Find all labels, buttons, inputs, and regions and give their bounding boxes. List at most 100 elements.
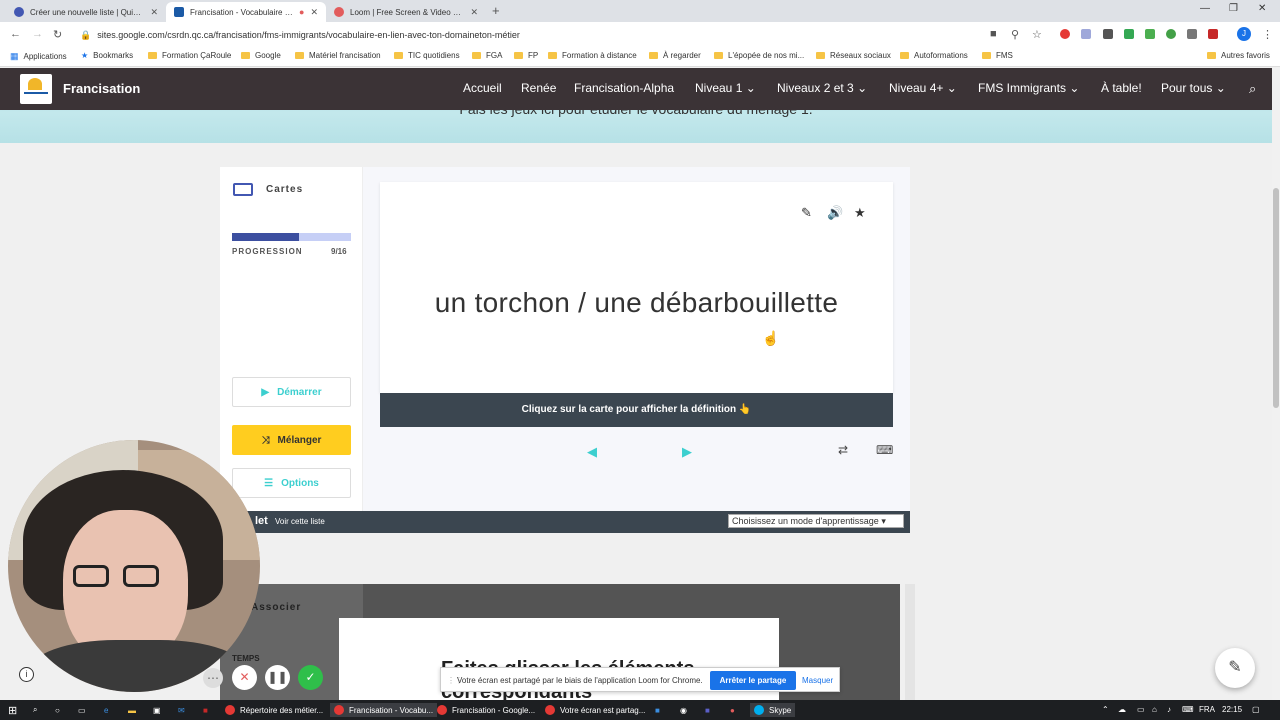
extension-icon[interactable] xyxy=(1208,29,1218,39)
previous-card-icon[interactable]: ◀ xyxy=(587,444,597,460)
store-icon[interactable]: ▣ xyxy=(153,703,161,717)
page-scrollbar[interactable] xyxy=(1272,68,1280,700)
start-button[interactable]: ▶ Démarrer xyxy=(232,377,351,407)
restore-icon[interactable]: ❐ xyxy=(1229,3,1238,14)
extension-icon[interactable] xyxy=(1145,29,1155,39)
keyboard-tray-icon[interactable]: ⌨ xyxy=(1182,705,1194,714)
app-icon[interactable]: ● xyxy=(730,703,735,717)
browser-tab[interactable]: Loom | Free Screen & Video Reco ✕ xyxy=(326,2,486,22)
flip-swap-icon[interactable]: ⇄ xyxy=(838,443,848,457)
study-mode-select[interactable]: Choisissez un mode d'apprentissage ▾ xyxy=(728,514,904,528)
nav-item-accueil[interactable]: Accueil xyxy=(463,81,502,95)
tray-chevron-icon[interactable]: ⌃ xyxy=(1102,705,1109,714)
bookmark-folder[interactable]: FP xyxy=(514,51,538,60)
stop-sharing-button[interactable]: Arrêter le partage xyxy=(710,671,796,690)
nav-item-fms-immigrants[interactable]: FMS Immigrants ⌄ xyxy=(978,81,1079,95)
reload-icon[interactable]: ↻ xyxy=(53,28,62,41)
back-icon[interactable]: ← xyxy=(10,28,21,40)
taskbar-app[interactable]: Francisation - Vocabu... xyxy=(330,703,438,717)
bookmark-folder[interactable]: À regarder xyxy=(649,51,701,60)
minimize-icon[interactable]: — xyxy=(1200,3,1210,14)
windows-start-icon[interactable]: ⊞ xyxy=(8,703,17,717)
nav-item-francisation-alpha[interactable]: Francisation-Alpha xyxy=(574,81,674,95)
extension-icon[interactable] xyxy=(1081,29,1091,39)
file-explorer-icon[interactable]: ▬ xyxy=(128,703,136,717)
app-icon[interactable]: ◉ xyxy=(680,703,687,717)
view-list-link[interactable]: Voir cette liste xyxy=(275,517,325,526)
nav-item-pour-tous[interactable]: Pour tous ⌄ xyxy=(1161,81,1226,95)
forward-icon[interactable]: → xyxy=(32,28,43,40)
new-tab-icon[interactable]: + xyxy=(492,3,500,18)
taskbar-app[interactable]: Skype xyxy=(750,703,796,717)
browser-tab-active[interactable]: Francisation - Vocabulaire en lien ● ✕ xyxy=(166,2,326,22)
nav-item-niveaux-2-3[interactable]: Niveaux 2 et 3 ⌄ xyxy=(777,81,867,95)
url-field[interactable]: 🔒 sites.google.com/csrdn.qc.ca/francisat… xyxy=(80,26,980,44)
pause-recording-icon[interactable]: ❚❚ xyxy=(265,665,290,690)
embed-scrollbar[interactable] xyxy=(905,584,915,700)
close-icon[interactable]: ✕ xyxy=(150,7,158,18)
search-icon[interactable]: ⌕ xyxy=(33,703,37,717)
bookmark-folder[interactable]: Formation ÇaRoule xyxy=(148,51,231,60)
nav-item-renee[interactable]: Renée xyxy=(521,81,556,95)
task-view-icon[interactable]: ▭ xyxy=(78,703,86,717)
bookmark-star-icon[interactable]: ☆ xyxy=(1032,28,1042,41)
app-icon[interactable]: ■ xyxy=(655,703,660,717)
bookmark-folder[interactable]: Autres favoris xyxy=(1207,51,1270,60)
cancel-recording-icon[interactable]: ✕ xyxy=(232,665,257,690)
hide-button[interactable]: Masquer xyxy=(802,676,833,685)
edge-icon[interactable]: e xyxy=(104,703,108,717)
more-options-icon[interactable]: ⋯ xyxy=(203,668,223,688)
edit-pencil-icon[interactable]: ✎ xyxy=(801,205,812,221)
network-icon[interactable]: ⌂ xyxy=(1152,705,1157,714)
extension-icon[interactable] xyxy=(1187,29,1197,39)
mail-icon[interactable]: ✉ xyxy=(178,703,185,717)
close-icon[interactable]: ✕ xyxy=(310,7,318,18)
clock[interactable]: 22:15 xyxy=(1222,705,1242,714)
cortana-icon[interactable]: ○ xyxy=(55,703,60,717)
taskbar-app[interactable]: Votre écran est partag... xyxy=(545,703,645,717)
bookmark-folder[interactable]: FMS xyxy=(982,51,1013,60)
tray-icon[interactable]: ▭ xyxy=(1137,705,1145,714)
search-icon[interactable]: ⌕ xyxy=(1249,81,1256,97)
taskbar-app[interactable]: Répertoire des métier... xyxy=(225,703,323,717)
nav-item-a-table[interactable]: À table! xyxy=(1101,81,1142,95)
nav-item-niveau-4[interactable]: Niveau 4+ ⌄ xyxy=(889,81,957,95)
close-window-icon[interactable]: ✕ xyxy=(1258,3,1266,14)
bookmark-folder[interactable]: Autoformations xyxy=(900,51,968,60)
menu-dots-icon[interactable]: ⋮ xyxy=(1262,28,1273,41)
teams-icon[interactable]: ■ xyxy=(705,703,710,717)
volume-icon[interactable]: ♪ xyxy=(1167,705,1171,714)
audio-speaker-icon[interactable]: 🔊 xyxy=(827,205,843,221)
finish-recording-icon[interactable]: ✓ xyxy=(298,665,323,690)
bookmark-folder[interactable]: Matériel francisation xyxy=(295,51,381,60)
close-icon[interactable]: ✕ xyxy=(470,7,478,18)
star-icon[interactable]: ★ xyxy=(854,205,866,221)
loom-webcam-bubble[interactable] xyxy=(8,440,260,692)
app-icon[interactable]: ■ xyxy=(203,703,208,717)
drive-extension-icon[interactable] xyxy=(1124,29,1134,39)
camera-icon[interactable]: ■ xyxy=(990,28,997,40)
bookmark-folder[interactable]: Google xyxy=(241,51,281,60)
extension-icon[interactable] xyxy=(1103,29,1113,39)
language-indicator[interactable]: FRA xyxy=(1199,705,1215,714)
flashcard[interactable]: ✎ 🔊 ★ un torchon / une débarbouillette C… xyxy=(380,182,893,427)
bookmark-apps[interactable]: ▦ Applications xyxy=(10,51,67,62)
extension-icon[interactable] xyxy=(1166,29,1176,39)
bookmark-folder[interactable]: FGA xyxy=(472,51,502,60)
bookmark-folder[interactable]: TIC quotidiens xyxy=(394,51,460,60)
notification-icon[interactable]: ▢ xyxy=(1252,705,1260,714)
taskbar-app[interactable]: Francisation - Google... xyxy=(437,703,535,717)
keyboard-icon[interactable]: ⌨ xyxy=(876,443,893,457)
next-card-icon[interactable]: ▶ xyxy=(682,444,692,460)
scrollbar-thumb[interactable] xyxy=(1273,188,1279,408)
edit-fab-pencil-icon[interactable]: ✎ xyxy=(1215,648,1255,688)
info-icon[interactable]: i xyxy=(19,667,34,682)
profile-avatar[interactable]: J xyxy=(1237,27,1251,41)
bookmark-folder[interactable]: Formation à distance xyxy=(548,51,637,60)
site-name[interactable]: Francisation xyxy=(63,81,140,96)
bookmark-folder[interactable]: Réseaux sociaux xyxy=(816,51,891,60)
zoom-icon[interactable]: ⚲ xyxy=(1011,28,1019,41)
nav-item-niveau-1[interactable]: Niveau 1 ⌄ xyxy=(695,81,756,95)
site-logo[interactable] xyxy=(20,74,52,104)
onedrive-icon[interactable]: ☁ xyxy=(1118,705,1126,714)
